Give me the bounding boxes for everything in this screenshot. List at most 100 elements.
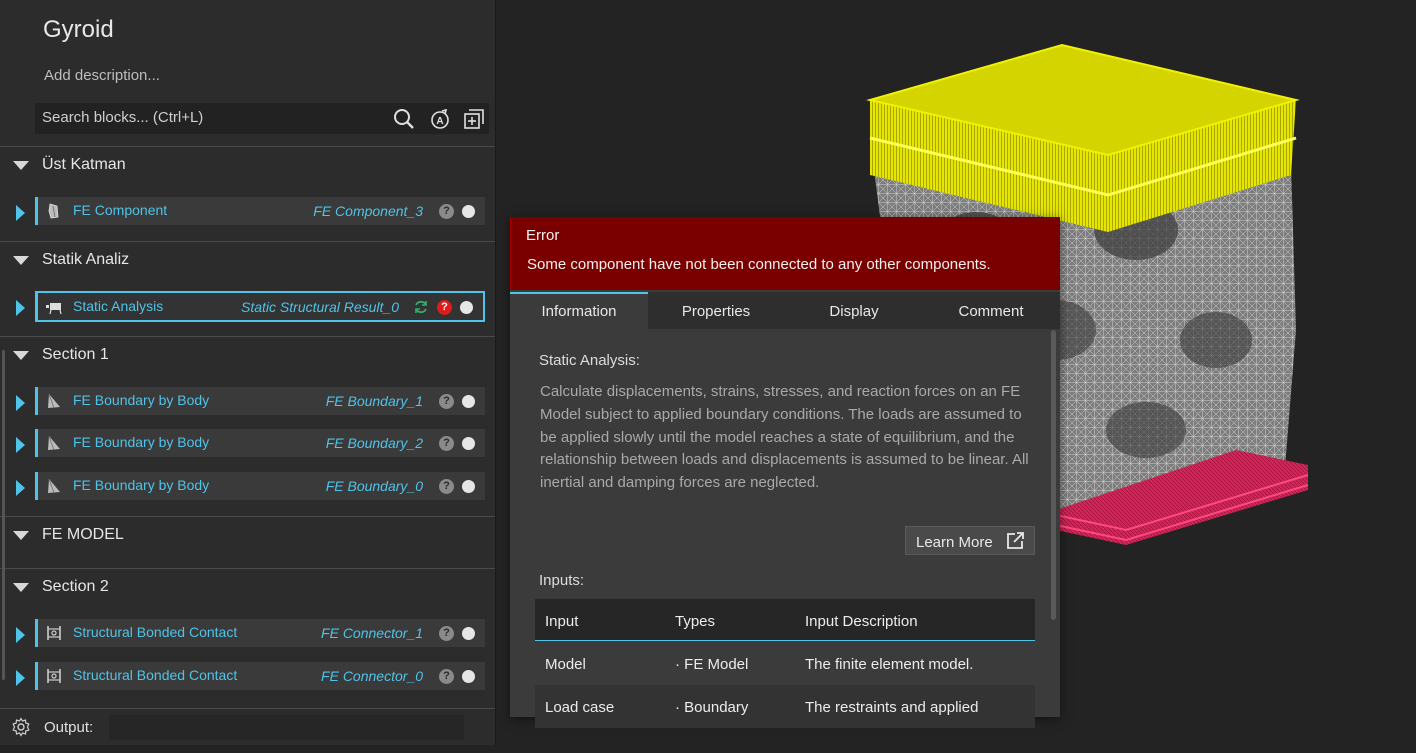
section-statik-analiz[interactable]: Statik Analiz xyxy=(0,245,495,275)
block-row: FE Boundary by Body FE Boundary_0 ? xyxy=(0,472,495,504)
expand-icon[interactable] xyxy=(16,480,25,496)
block-output-name[interactable]: FE Boundary_1 xyxy=(326,393,423,409)
block-row: FE Boundary by Body FE Boundary_1 ? xyxy=(0,387,495,419)
section-title: Üst Katman xyxy=(42,156,126,173)
section-ust-katman[interactable]: Üst Katman xyxy=(0,150,495,180)
column-header: Input xyxy=(545,613,579,630)
status-dot[interactable] xyxy=(462,437,475,450)
collapse-icon[interactable] xyxy=(13,531,29,540)
error-title: Error xyxy=(526,227,560,244)
block-name: FE Boundary by Body xyxy=(73,392,210,408)
svg-text:A: A xyxy=(436,116,443,127)
block-output-name[interactable]: FE Boundary_0 xyxy=(326,478,423,494)
section-1[interactable]: Section 1 xyxy=(0,340,495,370)
block-name: Structural Bonded Contact xyxy=(73,624,238,640)
status-dot[interactable] xyxy=(462,205,475,218)
boundary-icon xyxy=(48,393,60,409)
table-cell: The restraints and applied xyxy=(805,699,979,716)
expand-icon[interactable] xyxy=(16,627,25,643)
info-description: Calculate displacements, strains, stress… xyxy=(540,383,1029,492)
table-cell: Model xyxy=(545,656,586,673)
block-fe-boundary[interactable]: FE Boundary by Body FE Boundary_2 ? xyxy=(35,429,485,457)
block-name: Static Analysis xyxy=(73,298,164,314)
block-name: FE Boundary by Body xyxy=(73,434,210,450)
auto-arrange-icon[interactable]: A xyxy=(428,107,452,131)
block-output-name[interactable]: FE Component_3 xyxy=(313,203,423,219)
search-input[interactable]: Search blocks... (Ctrl+L) xyxy=(42,109,203,126)
divider xyxy=(0,241,495,242)
table-cell: Load case xyxy=(545,699,615,716)
status-dot[interactable] xyxy=(462,627,475,640)
block-row: FE Boundary by Body FE Boundary_2 ? xyxy=(0,429,495,461)
status-dot[interactable] xyxy=(462,480,475,493)
help-icon[interactable]: ? xyxy=(439,626,454,641)
info-tabs: Information Properties Display Comment xyxy=(510,292,1060,329)
block-output-name[interactable]: FE Boundary_2 xyxy=(326,435,423,451)
divider xyxy=(0,568,495,569)
collapse-icon[interactable] xyxy=(13,161,29,170)
column-header: Types xyxy=(675,613,716,630)
search-icon[interactable] xyxy=(392,107,416,131)
block-fe-component[interactable]: FE Component FE Component_3 ? xyxy=(35,197,485,225)
block-output-name[interactable]: Static Structural Result_0 xyxy=(241,299,399,315)
block-output-name[interactable]: FE Connector_0 xyxy=(321,668,423,684)
expand-icon[interactable] xyxy=(16,300,25,316)
table-row: Model · FE Model The finite element mode… xyxy=(535,642,1035,685)
expand-icon[interactable] xyxy=(16,670,25,686)
block-output-name[interactable]: FE Connector_1 xyxy=(321,625,423,641)
section-2[interactable]: Section 2 xyxy=(0,572,495,602)
block-row: Static Analysis Static Structural Result… xyxy=(0,291,495,324)
status-dot[interactable] xyxy=(460,301,473,314)
tab-information[interactable]: Information xyxy=(510,292,648,329)
table-cell: The finite element model. xyxy=(805,656,974,673)
help-icon[interactable]: ? xyxy=(439,204,454,219)
block-bonded-contact[interactable]: Structural Bonded Contact FE Connector_1… xyxy=(35,619,485,647)
tab-display[interactable]: Display xyxy=(785,292,923,329)
error-help-icon[interactable]: ? xyxy=(437,300,452,315)
component-icon xyxy=(48,203,59,219)
connector-icon xyxy=(47,626,61,640)
expand-icon[interactable] xyxy=(16,395,25,411)
status-dot[interactable] xyxy=(462,395,475,408)
help-icon[interactable]: ? xyxy=(439,479,454,494)
inputs-heading: Inputs: xyxy=(539,572,585,589)
connector-icon xyxy=(47,669,61,683)
block-static-analysis[interactable]: Static Analysis Static Structural Result… xyxy=(35,291,485,322)
divider xyxy=(0,336,495,337)
status-dot[interactable] xyxy=(462,670,475,683)
block-bonded-contact[interactable]: Structural Bonded Contact FE Connector_0… xyxy=(35,662,485,690)
panel-scrollbar[interactable] xyxy=(2,350,5,680)
section-fe-model[interactable]: FE MODEL xyxy=(0,520,495,550)
collapse-icon[interactable] xyxy=(13,583,29,592)
popup-scrollbar[interactable] xyxy=(1051,330,1056,620)
help-icon[interactable]: ? xyxy=(439,669,454,684)
output-field[interactable] xyxy=(109,715,464,740)
project-title[interactable]: Gyroid xyxy=(43,16,114,44)
expand-icon[interactable] xyxy=(16,205,25,221)
gear-icon[interactable] xyxy=(11,717,31,737)
learn-more-button[interactable]: Learn More xyxy=(905,526,1035,555)
blocks-panel: Gyroid Add description... Search blocks.… xyxy=(0,0,507,745)
section-title: FE MODEL xyxy=(42,526,124,543)
block-info-popup: Error Some component have not been conne… xyxy=(510,217,1060,728)
boundary-icon xyxy=(48,478,60,494)
add-description[interactable]: Add description... xyxy=(44,67,160,84)
section-title: Section 1 xyxy=(42,346,109,363)
block-fe-boundary[interactable]: FE Boundary by Body FE Boundary_1 ? xyxy=(35,387,485,415)
help-icon[interactable]: ? xyxy=(439,394,454,409)
refresh-icon[interactable] xyxy=(413,299,429,315)
output-label: Output: xyxy=(44,719,94,736)
table-header: Input Types Input Description xyxy=(535,599,1035,641)
add-block-icon[interactable] xyxy=(462,107,486,131)
collapse-icon[interactable] xyxy=(13,351,29,360)
collapse-icon[interactable] xyxy=(13,256,29,265)
block-name: FE Boundary by Body xyxy=(73,477,210,493)
table-cell: · FE Model xyxy=(675,656,749,673)
tab-comment[interactable]: Comment xyxy=(922,292,1060,329)
block-row: FE Component FE Component_3 ? xyxy=(0,197,495,229)
block-fe-boundary[interactable]: FE Boundary by Body FE Boundary_0 ? xyxy=(35,472,485,500)
analysis-icon xyxy=(46,303,62,315)
help-icon[interactable]: ? xyxy=(439,436,454,451)
tab-properties[interactable]: Properties xyxy=(647,292,785,329)
expand-icon[interactable] xyxy=(16,437,25,453)
